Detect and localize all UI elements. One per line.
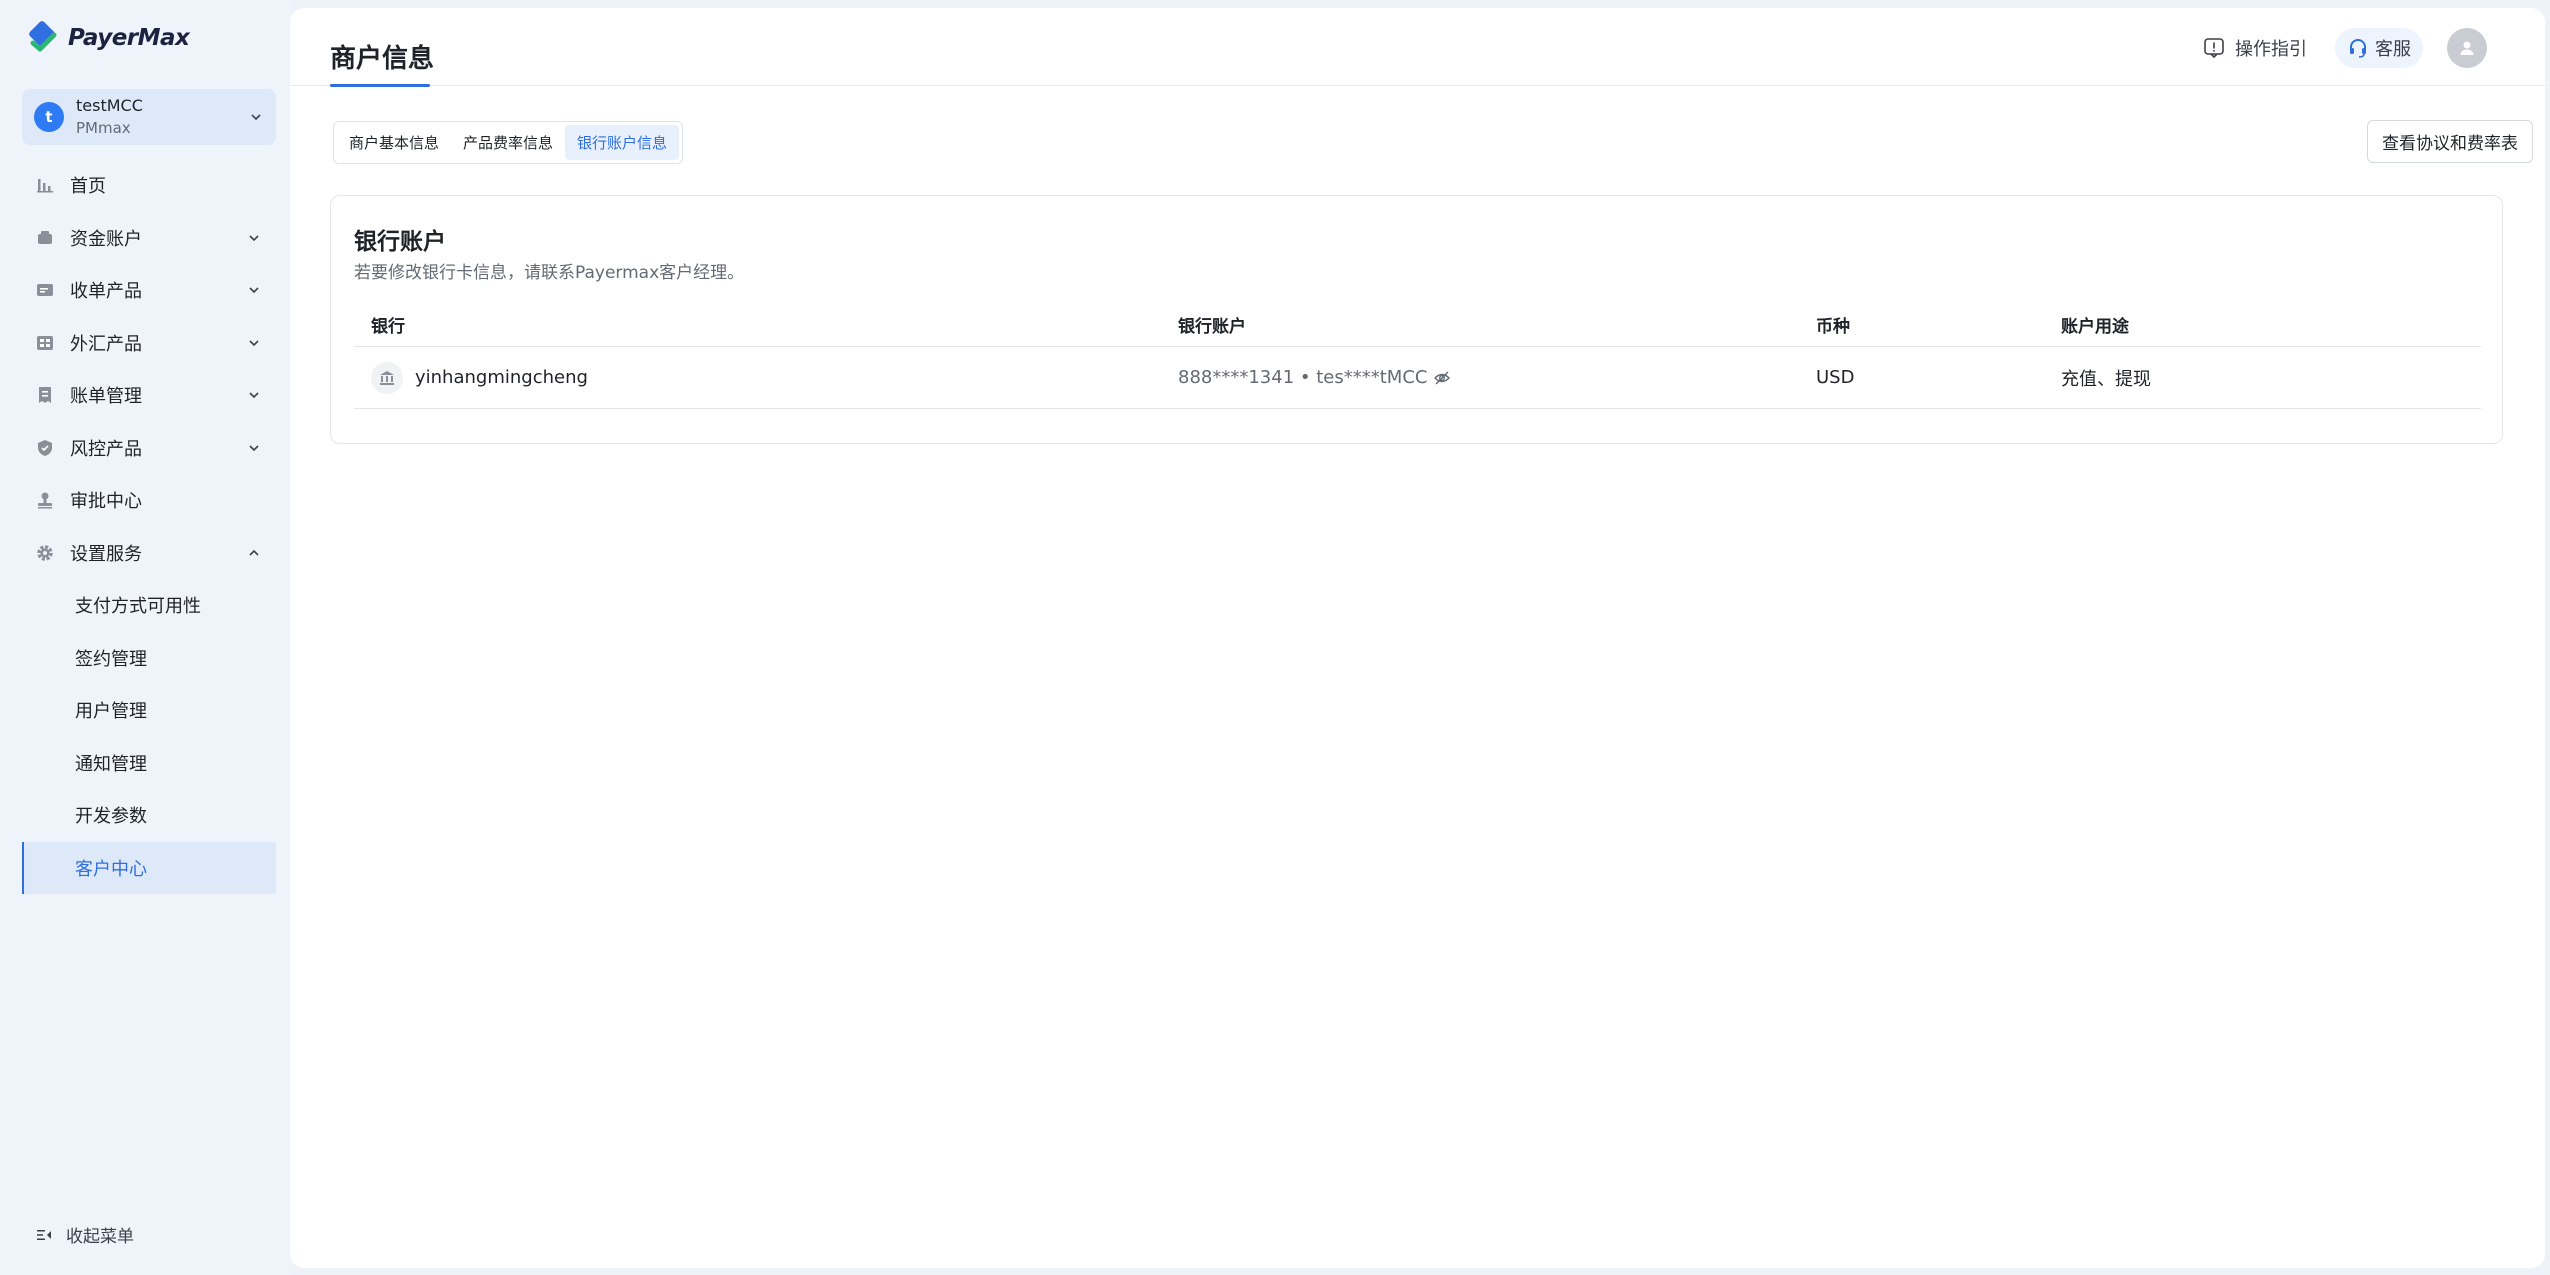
table-row: yinhangmingcheng 888****1341 • tes****tM… (354, 347, 2481, 409)
menu-fold-icon (37, 1229, 51, 1240)
sidebar-item-acquiring[interactable]: 收单产品 (22, 264, 276, 317)
chevron-down-icon (249, 340, 259, 346)
sidebar-item-risk[interactable]: 风控产品 (22, 422, 276, 475)
bank-name: yinhangmingcheng (415, 367, 588, 388)
sidebar-item-label: 审批中心 (70, 491, 142, 513)
operation-guide-label: 操作指引 (2235, 39, 2307, 60)
page-title: 商户信息 (330, 44, 435, 74)
headset-icon (2350, 39, 2366, 58)
chevron-down-icon (249, 392, 259, 399)
chevron-down-icon (249, 445, 259, 451)
sidebar-item-label: 账单管理 (70, 386, 142, 408)
sidebar-item-funds[interactable]: 资金账户 (22, 212, 276, 265)
exchange-icon (37, 335, 53, 350)
bank-icon (371, 361, 403, 394)
card-title: 银行账户 (354, 229, 446, 255)
stamp-icon (38, 492, 52, 509)
currency-cell: USD (1816, 367, 1855, 388)
tab-bank-account-info[interactable]: 银行账户信息 (565, 125, 680, 160)
chevron-up-icon (249, 549, 259, 556)
table-header: 银行 银行账户 币种 账户用途 (354, 302, 2481, 347)
sidebar-item-label: 资金账户 (70, 228, 142, 250)
account-avatar: t (34, 102, 64, 132)
sidebar-item-billing[interactable]: 账单管理 (22, 369, 276, 422)
bill-icon (39, 387, 51, 404)
sidebar-item-settings[interactable]: 设置服务 (22, 527, 276, 580)
card-icon (37, 284, 53, 297)
column-header-bank: 银行 (371, 316, 405, 337)
user-avatar[interactable] (2447, 28, 2487, 68)
main-panel: 商户信息 操作指引 客服 商户基本信息 产品费率信息 银行账户信息 查看协议和费… (290, 8, 2545, 1268)
column-header-account: 银行账户 (1178, 316, 1246, 337)
usage-cell: 充值、提现 (2061, 368, 2151, 390)
column-header-usage: 账户用途 (2061, 316, 2129, 337)
sidebar-subitem-notifications[interactable]: 通知管理 (22, 737, 276, 790)
sidebar-item-label: 外汇产品 (70, 333, 142, 355)
sidebar-menu: 首页 资金账户 收单产品 外汇产品 账单管理 风控产品 审批中心 设置服务 支付… (22, 159, 276, 894)
page-header: 商户信息 操作指引 客服 (290, 8, 2545, 87)
account-sub: PMmax (76, 119, 131, 137)
chevron-down-icon (249, 235, 259, 241)
operation-guide-button[interactable]: 操作指引 (2193, 28, 2317, 68)
wallet-icon (38, 230, 52, 244)
title-underline (330, 84, 430, 87)
bank-account-card: 银行账户 若要修改银行卡信息，请联系Payermax客户经理。 银行 银行账户 … (330, 195, 2503, 444)
sidebar-subitem-dev-params[interactable]: 开发参数 (22, 789, 276, 842)
sidebar-subitem-payment-availability[interactable]: 支付方式可用性 (22, 579, 276, 632)
column-header-currency: 币种 (1816, 316, 1850, 337)
payermax-logo-icon (29, 21, 57, 52)
sidebar-item-label: 收单产品 (70, 281, 142, 303)
customer-service-label: 客服 (2375, 39, 2411, 60)
sidebar-item-forex[interactable]: 外汇产品 (22, 317, 276, 370)
bar-chart-icon (37, 179, 53, 193)
chevron-down-icon (249, 287, 259, 294)
account-switcher[interactable]: t testMCC PMmax (22, 89, 276, 145)
sidebar-item-label: 风控产品 (70, 438, 142, 460)
info-tabs: 商户基本信息 产品费率信息 银行账户信息 (333, 121, 684, 164)
customer-service-button[interactable]: 客服 (2335, 28, 2423, 68)
brand-logo[interactable]: PayerMax (26, 20, 190, 56)
sidebar-item-home[interactable]: 首页 (22, 159, 276, 212)
sidebar-subitem-users[interactable]: 用户管理 (22, 684, 276, 737)
card-description: 若要修改银行卡信息，请联系Payermax客户经理。 (354, 263, 745, 283)
sidebar-subitem-customer-center[interactable]: 客户中心 (22, 841, 276, 894)
sidebar-subitem-contracts[interactable]: 签约管理 (22, 632, 276, 685)
sidebar-item-label: 首页 (70, 176, 106, 198)
tab-merchant-basic-info[interactable]: 商户基本信息 (337, 125, 451, 160)
bank-account-number: 888****1341 • tes****tMCC (1178, 367, 1428, 388)
collapse-menu-label: 收起菜单 (66, 1227, 134, 1247)
eye-off-icon[interactable] (1433, 369, 1451, 387)
account-name: testMCC (76, 96, 143, 115)
user-icon (2460, 41, 2474, 55)
bank-account-table: 银行 银行账户 币种 账户用途 yinhangmingcheng 888****… (354, 302, 2481, 409)
sidebar: PayerMax t testMCC PMmax 首页 资金账户 收单产品 外汇… (0, 0, 290, 1275)
sidebar-item-label: 设置服务 (70, 543, 142, 565)
gear-icon (37, 545, 53, 561)
guide-icon (2204, 38, 2224, 59)
sidebar-item-approval[interactable]: 审批中心 (22, 474, 276, 527)
tab-product-rate-info[interactable]: 产品费率信息 (451, 125, 565, 160)
brand-name: PayerMax (68, 25, 190, 51)
chevron-down-icon (251, 114, 261, 121)
view-agreement-button[interactable]: 查看协议和费率表 (2367, 120, 2533, 163)
collapse-menu-button[interactable]: 收起菜单 (36, 1222, 134, 1247)
shield-icon (38, 439, 52, 456)
